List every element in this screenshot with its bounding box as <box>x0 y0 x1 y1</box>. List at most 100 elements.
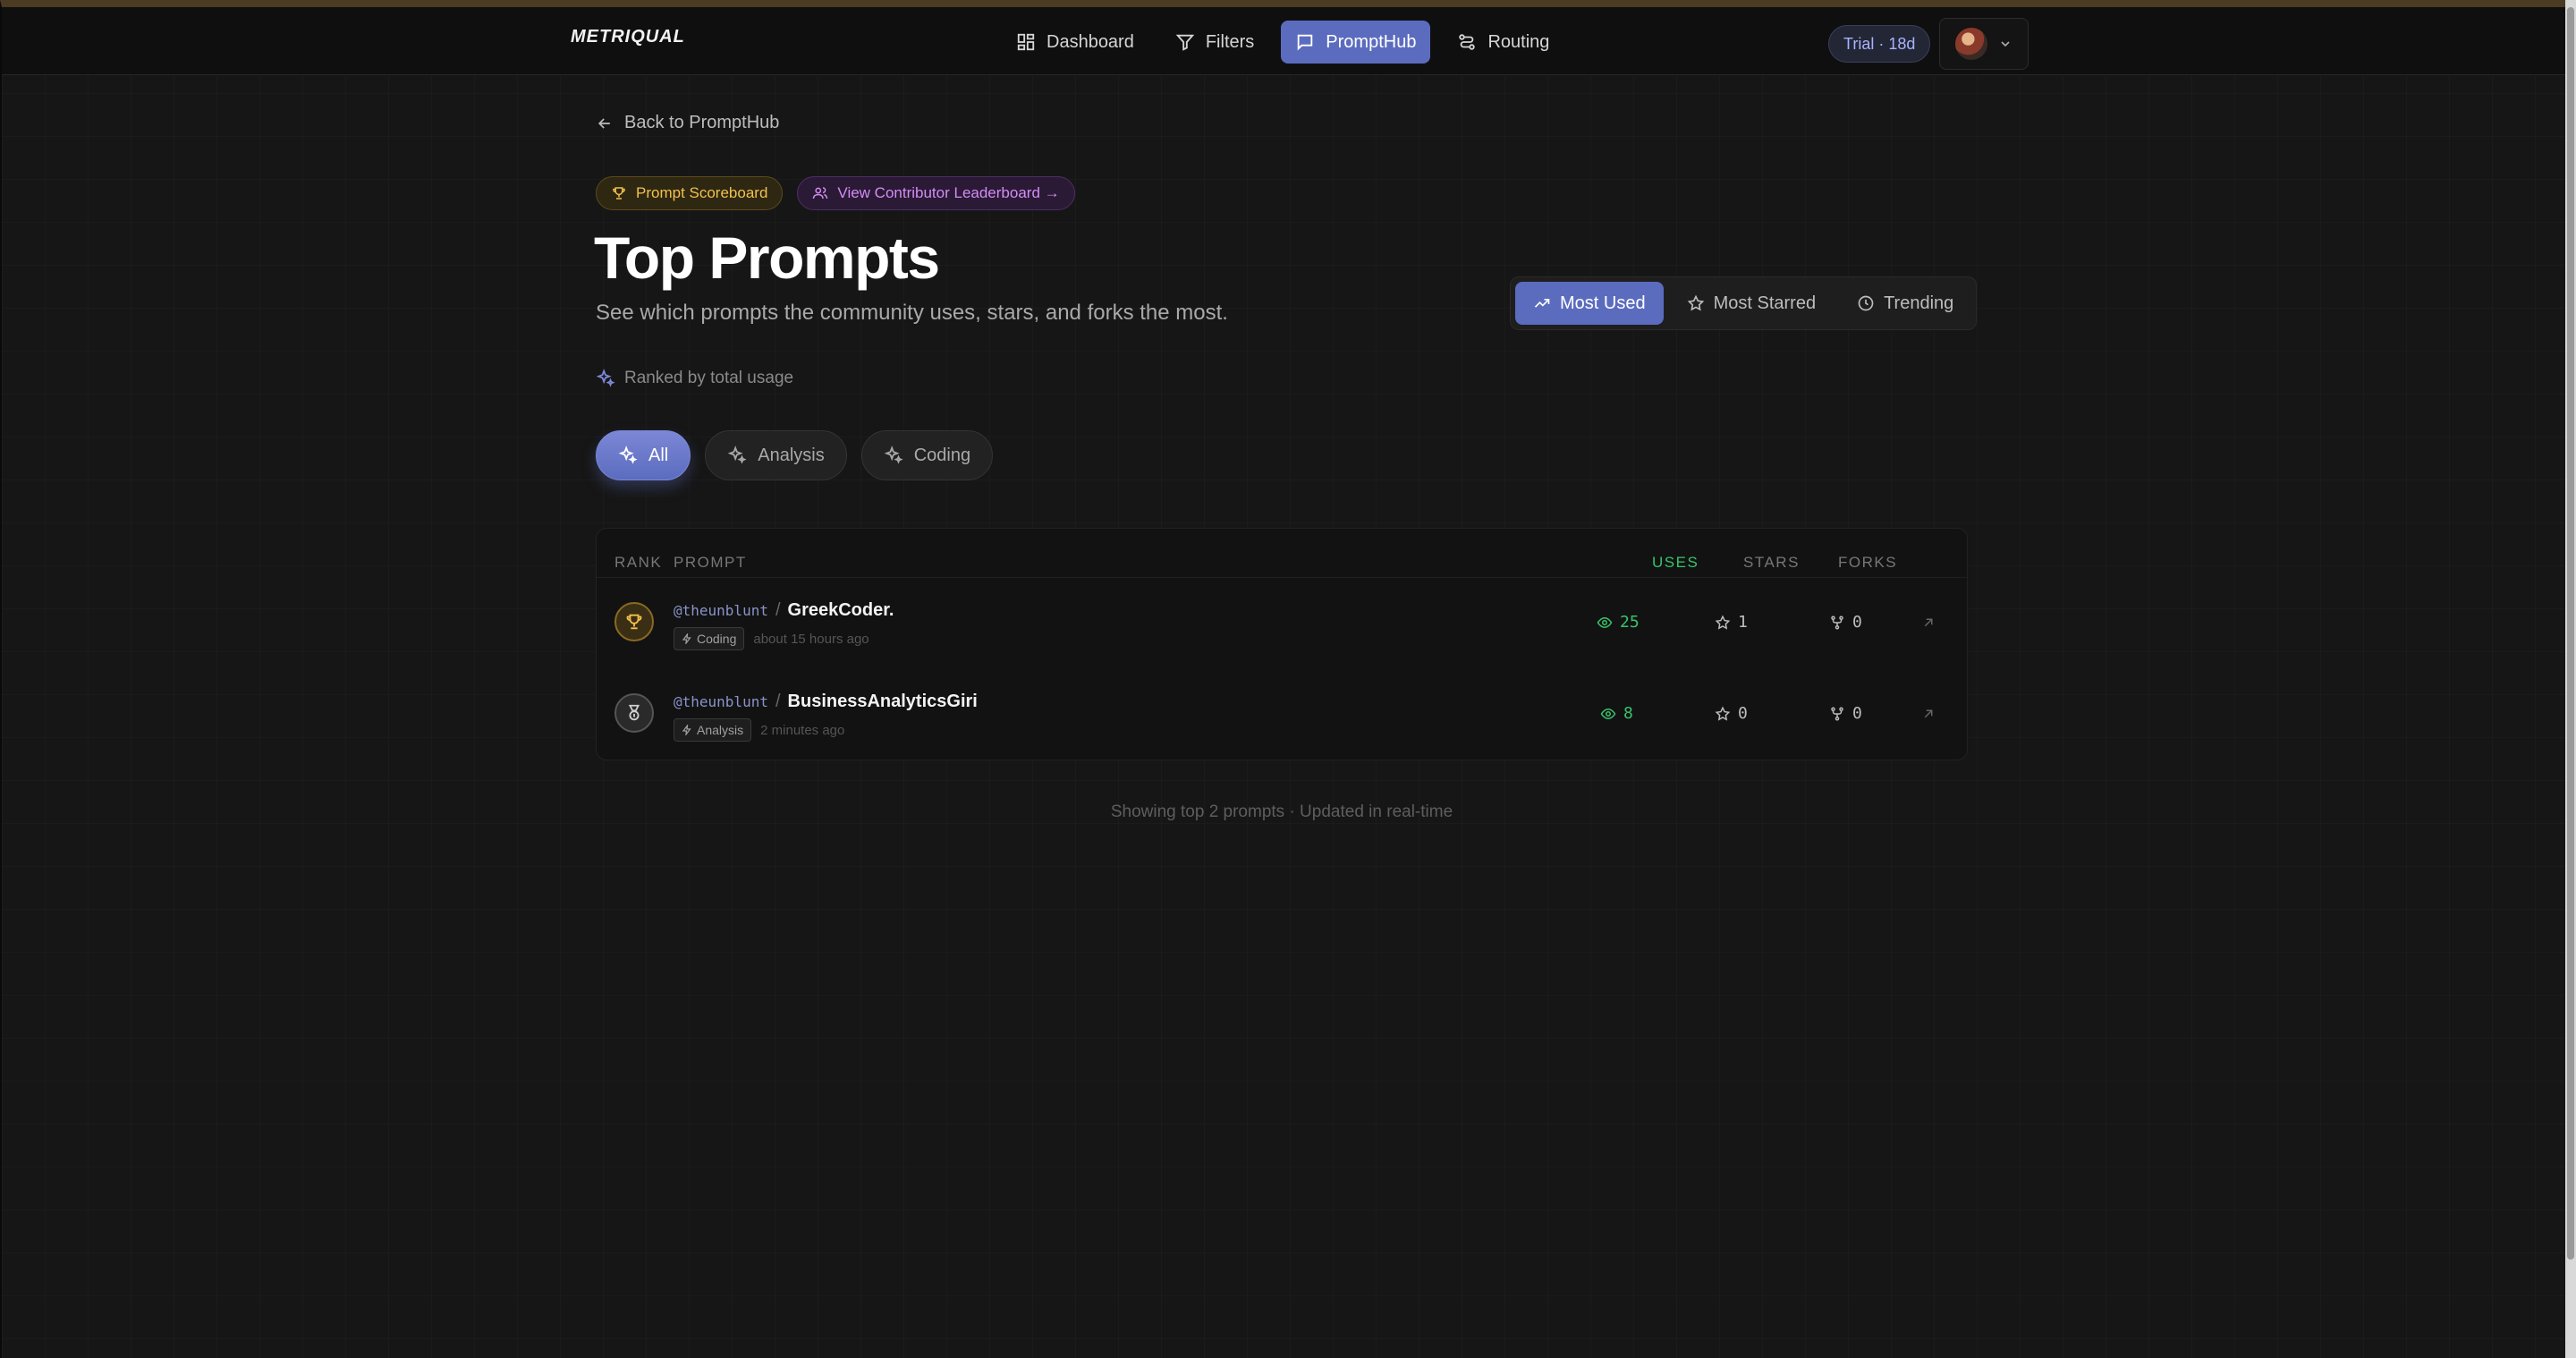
trending-up-icon <box>1534 299 1550 308</box>
column-header-uses[interactable]: USES <box>1652 554 1699 572</box>
ranked-by-label: Ranked by total usage <box>624 369 794 387</box>
prompt-timestamp: 2 minutes ago <box>760 722 845 738</box>
prompt-meta: Coding about 15 hours ago <box>674 627 869 650</box>
prompt-name[interactable]: GreekCoder. <box>788 600 894 621</box>
sparkles-icon <box>884 446 903 464</box>
bolt-icon <box>682 633 691 644</box>
open-external-icon[interactable] <box>1920 615 1936 631</box>
category-analysis[interactable]: Analysis <box>705 430 847 480</box>
nav-routing-label: Routing <box>1487 31 1550 52</box>
footer-note: Showing top 2 prompts · Updated in real-… <box>1110 802 1453 821</box>
prompt-scoreboard-table: RANK PROMPT USES STARS FORKS @theunblunt… <box>596 528 1968 760</box>
forks-value: 0 <box>1852 704 1862 723</box>
nav-filters[interactable]: Filters <box>1161 21 1268 64</box>
tab-most-starred[interactable]: Most Starred <box>1669 282 1834 325</box>
view-contributor-leaderboard-link[interactable]: View Contributor Leaderboard → <box>797 176 1075 210</box>
page-title: Top Prompts <box>594 225 940 291</box>
table-row[interactable]: @theunblunt / GreekCoder. Coding about 1… <box>597 579 1967 670</box>
tab-most-used-label: Most Used <box>1560 293 1646 313</box>
nav-prompthub[interactable]: PromptHub <box>1281 21 1431 64</box>
prompt-name[interactable]: BusinessAnalyticsGiri <box>788 692 978 712</box>
nav-prompthub-label: PromptHub <box>1326 31 1417 52</box>
star-icon <box>1715 615 1731 630</box>
star-icon <box>1687 294 1704 311</box>
path-separator: / <box>775 692 781 711</box>
nav-filters-label: Filters <box>1205 31 1255 52</box>
column-header-forks[interactable]: FORKS <box>1838 554 1897 572</box>
star-icon <box>1715 706 1731 721</box>
stars-value: 1 <box>1738 613 1748 632</box>
prompt-title[interactable]: @theunblunt / BusinessAnalyticsGiri <box>674 692 978 712</box>
column-header-rank[interactable]: RANK <box>614 554 662 572</box>
route-icon <box>1459 34 1476 50</box>
trophy-icon <box>626 614 642 630</box>
uses-value: 25 <box>1620 613 1640 632</box>
page-subtitle: See which prompts the community uses, st… <box>596 301 1228 325</box>
category-coding[interactable]: Coding <box>860 430 994 480</box>
tab-trending-label: Trending <box>1884 293 1954 313</box>
tab-trending[interactable]: Trending <box>1839 282 1971 325</box>
sparkles-icon <box>727 446 747 464</box>
rank-badge <box>614 602 654 641</box>
category-tag-label: Analysis <box>697 723 744 737</box>
forks-count: 0 <box>1829 704 1862 723</box>
nav-dashboard[interactable]: Dashboard <box>1002 21 1148 64</box>
table-row[interactable]: @theunblunt / BusinessAnalyticsGiri Anal… <box>597 670 1967 761</box>
column-header-prompt[interactable]: PROMPT <box>674 554 747 572</box>
nav-dashboard-label: Dashboard <box>1046 31 1134 52</box>
sparkles-icon <box>596 369 615 387</box>
fork-icon <box>1831 615 1843 629</box>
category-tag: Analysis <box>674 718 752 742</box>
bolt-icon <box>682 725 691 735</box>
sort-tabs: Most Used Most Starred Trending <box>1510 276 1978 330</box>
header-divider <box>597 577 1967 578</box>
nav-routing[interactable]: Routing <box>1443 21 1563 64</box>
uses-value: 8 <box>1623 704 1633 723</box>
category-filter: All Analysis Coding <box>596 430 994 480</box>
category-all[interactable]: All <box>596 430 691 480</box>
back-link-label: Back to PromptHub <box>624 113 780 132</box>
prompt-title[interactable]: @theunblunt / GreekCoder. <box>674 600 894 621</box>
sparkles-icon <box>618 446 638 464</box>
rank-badge <box>614 693 654 733</box>
leaderboard-link-label: View Contributor Leaderboard → <box>837 184 1060 201</box>
brand-logo[interactable]: METRIQUAL <box>571 27 685 47</box>
column-header-stars[interactable]: STARS <box>1743 554 1800 572</box>
top-navigation: METRIQUAL Dashboard Filters PromptHub Ro… <box>2 7 2565 75</box>
uses-count: 8 <box>1600 704 1633 723</box>
category-tag: Coding <box>674 627 745 650</box>
prompt-author[interactable]: @theunblunt <box>674 602 768 619</box>
fork-icon <box>1831 707 1843 720</box>
prompt-timestamp: about 15 hours ago <box>753 631 869 647</box>
forks-count: 0 <box>1829 613 1862 632</box>
nav-links: Dashboard Filters PromptHub Routing <box>1002 21 1563 64</box>
prompt-scoreboard-badge: Prompt Scoreboard <box>596 176 784 210</box>
tab-most-used[interactable]: Most Used <box>1515 282 1664 325</box>
prompt-scoreboard-label: Prompt Scoreboard <box>636 184 768 201</box>
medal-icon <box>628 704 640 721</box>
prompt-meta: Analysis 2 minutes ago <box>674 718 844 742</box>
chevron-down-icon <box>2001 41 2010 47</box>
trial-badge[interactable]: Trial · 18d <box>1828 25 1931 63</box>
grid-icon <box>1017 33 1035 51</box>
category-coding-label: Coding <box>913 445 971 465</box>
stars-count: 0 <box>1715 704 1748 723</box>
prompt-author[interactable]: @theunblunt <box>674 693 768 710</box>
stars-value: 0 <box>1738 704 1748 723</box>
arrow-left-icon <box>597 117 610 129</box>
category-all-label: All <box>648 445 669 465</box>
open-external-icon[interactable] <box>1920 706 1936 722</box>
user-menu-button[interactable] <box>1939 18 2029 70</box>
uses-count: 25 <box>1597 613 1640 632</box>
tab-most-starred-label: Most Starred <box>1713 293 1817 313</box>
category-tag-label: Coding <box>697 632 737 646</box>
clock-icon <box>1858 295 1874 311</box>
eye-icon <box>1600 708 1616 719</box>
path-separator: / <box>775 600 781 620</box>
badge-row: Prompt Scoreboard View Contributor Leade… <box>596 176 1075 210</box>
scrollbar-thumb[interactable] <box>2567 7 2574 1260</box>
eye-icon <box>1597 616 1613 628</box>
avatar <box>1955 28 1987 60</box>
forks-value: 0 <box>1852 613 1862 632</box>
back-to-prompthub-link[interactable]: Back to PromptHub <box>596 113 779 133</box>
